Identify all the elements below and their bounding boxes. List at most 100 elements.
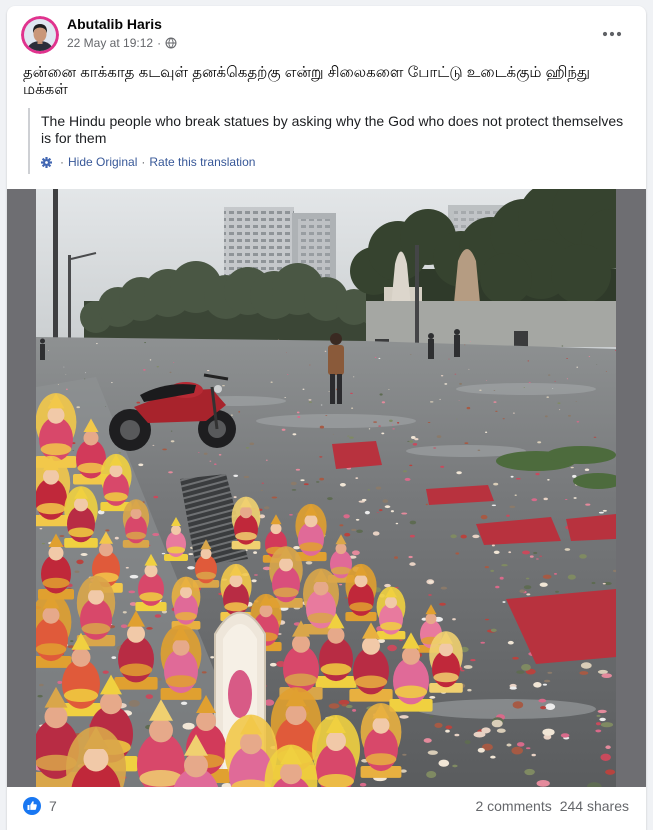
debris-piece <box>460 534 467 539</box>
debris-piece <box>162 448 167 451</box>
debris-piece <box>479 389 482 391</box>
idol-drape <box>349 602 373 612</box>
idol-head <box>285 704 307 726</box>
debris-piece <box>566 378 569 380</box>
idol-head <box>335 543 347 555</box>
shares-count-link[interactable]: 244 shares <box>560 797 629 815</box>
reaction-count: 7 <box>49 798 57 814</box>
post-photo[interactable] <box>7 189 646 787</box>
debris-piece <box>445 729 450 733</box>
photo-motorcycle-part <box>120 420 140 440</box>
debris-piece <box>85 372 87 374</box>
debris-piece <box>485 431 488 433</box>
author-name[interactable]: Abutalib Haris <box>67 15 162 33</box>
debris-piece <box>480 514 488 520</box>
idol <box>64 486 98 548</box>
debris-piece <box>382 499 389 503</box>
debris-piece <box>464 442 469 444</box>
debris-piece <box>152 532 160 537</box>
debris-piece <box>407 440 410 442</box>
debris-piece <box>536 779 550 787</box>
debris-piece <box>347 435 350 437</box>
rate-translation-link[interactable]: Rate this translation <box>149 154 255 170</box>
debris-piece <box>576 421 580 423</box>
debris-piece <box>388 389 390 390</box>
debris-piece <box>182 722 195 730</box>
debris-piece <box>156 366 160 368</box>
debris-piece <box>477 747 485 753</box>
debris-piece <box>533 682 542 688</box>
translation-separator: · <box>141 155 146 169</box>
debris-piece <box>585 503 591 506</box>
debris-piece <box>76 559 84 565</box>
debris-piece <box>499 576 504 580</box>
debris-piece <box>521 663 531 671</box>
idol-drape <box>104 492 128 502</box>
post-timestamp[interactable]: 22 May at 19:12 <box>67 35 153 51</box>
debris-piece <box>284 397 287 398</box>
debris-piece <box>509 686 517 690</box>
debris-piece <box>37 694 43 698</box>
comments-count-link[interactable]: 2 comments <box>475 797 551 815</box>
debris-piece <box>593 436 597 438</box>
debris-piece <box>597 669 608 674</box>
debris-piece <box>392 428 395 430</box>
debris-piece <box>128 590 136 594</box>
debris-piece <box>508 551 512 554</box>
debris-piece <box>545 703 556 710</box>
debris-piece <box>396 422 400 424</box>
debris-piece <box>436 435 442 438</box>
more-options-button[interactable] <box>594 16 630 52</box>
debris-piece <box>455 552 460 555</box>
debris-piece <box>404 477 411 481</box>
debris-piece <box>309 364 311 366</box>
debris-piece <box>355 477 359 480</box>
debris-piece <box>339 583 343 586</box>
debris-piece <box>515 477 521 480</box>
debris-piece <box>542 574 552 579</box>
debris-piece <box>249 442 255 446</box>
photo-leaf-piles-part <box>546 446 616 464</box>
translation-text: The Hindu people who break statues by as… <box>41 113 624 146</box>
idol-drape <box>68 527 94 538</box>
debris-piece <box>387 644 397 652</box>
debris-piece <box>289 513 293 516</box>
idol-head <box>47 406 65 424</box>
debris-piece <box>210 656 215 659</box>
globe-icon[interactable] <box>165 37 177 49</box>
idol-drape <box>36 643 67 656</box>
debris-piece <box>454 373 457 375</box>
debris-piece <box>269 662 277 667</box>
debris-piece <box>579 554 587 559</box>
debris-piece <box>450 534 457 539</box>
debris-piece <box>188 553 194 556</box>
debris-piece <box>409 562 416 566</box>
debris-piece <box>427 750 438 755</box>
debris-piece <box>531 498 538 502</box>
debris-piece <box>466 406 471 410</box>
debris-piece <box>203 452 208 455</box>
gear-icon[interactable] <box>41 156 52 168</box>
debris-piece <box>602 509 607 512</box>
debris-piece <box>567 414 572 417</box>
debris-piece <box>528 382 531 383</box>
debris-piece <box>300 479 305 482</box>
debris-piece <box>39 528 43 530</box>
reactions-summary[interactable]: 7 <box>23 797 57 815</box>
debris-piece <box>485 618 489 621</box>
idol-drape <box>354 675 388 689</box>
idol-head <box>172 638 190 656</box>
debris-piece <box>440 375 444 377</box>
debris-piece <box>169 371 172 373</box>
debris-piece <box>540 706 547 710</box>
debris-piece <box>409 464 413 467</box>
photo-person-part <box>330 374 335 404</box>
debris-piece <box>96 343 98 345</box>
idol-drape <box>165 675 197 688</box>
debris-piece <box>600 722 614 728</box>
debris-piece <box>537 471 541 473</box>
debris-piece <box>251 579 257 583</box>
more-options-icon <box>602 31 622 37</box>
author-avatar[interactable] <box>21 16 59 54</box>
hide-original-link[interactable]: Hide Original <box>68 154 137 170</box>
